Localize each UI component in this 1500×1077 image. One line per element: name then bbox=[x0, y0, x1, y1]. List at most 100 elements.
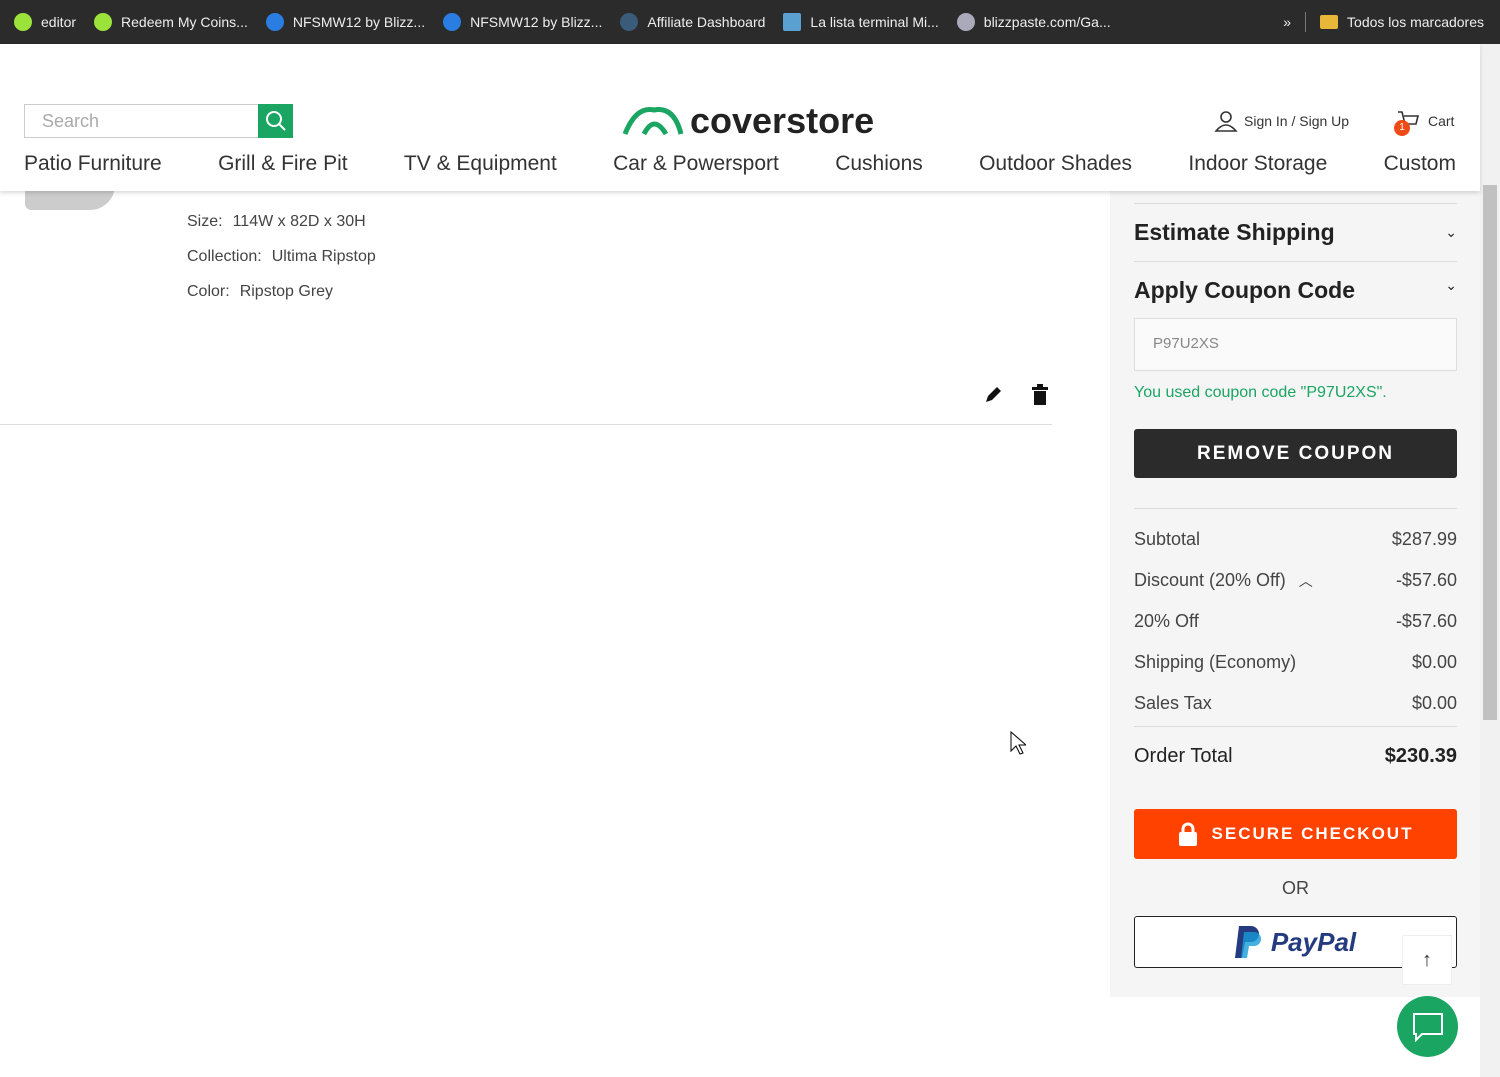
bookmark-icon bbox=[956, 13, 975, 31]
detail-label: Color: bbox=[187, 283, 230, 300]
secure-checkout-button[interactable]: SECURE CHECKOUT bbox=[1134, 809, 1457, 859]
sign-in-link[interactable]: Sign In / Sign Up bbox=[1214, 110, 1349, 132]
detail-value: Ultima Ripstop bbox=[271, 248, 376, 265]
bookmark-label: NFSMW12 by Blizz... bbox=[470, 14, 603, 30]
bookmark[interactable]: NFSMW12 by Blizz... bbox=[265, 13, 426, 31]
bookmark-label: Redeem My Coins... bbox=[121, 14, 248, 30]
arrow-up-icon: ↑ bbox=[1422, 948, 1432, 971]
summary-row: Subtotal $287.99 bbox=[1134, 529, 1457, 550]
section-title: Apply Coupon Code bbox=[1134, 277, 1356, 303]
detail-label: Size: bbox=[187, 213, 223, 230]
row-value: -$57.60 bbox=[1395, 570, 1457, 590]
site-header: Search coverstore Sign In / Sign Up 1 Car… bbox=[0, 44, 1480, 191]
paypal-logo-icon bbox=[1234, 926, 1261, 958]
summary-row: Discount (20% Off) ︿ -$57.60 bbox=[1134, 570, 1457, 591]
nav-item[interactable]: Patio Furniture bbox=[24, 152, 162, 176]
search-input[interactable]: Search bbox=[24, 104, 259, 138]
item-detail: Color: Ripstop Grey bbox=[187, 283, 333, 301]
summary-row: Sales Tax $0.00 bbox=[1134, 693, 1457, 714]
item-detail: Collection: Ultima Ripstop bbox=[187, 248, 376, 266]
coupon-input[interactable]: P97U2XS bbox=[1134, 318, 1457, 371]
overflow-chevron-icon[interactable]: » bbox=[1283, 14, 1291, 30]
bookmark-icon bbox=[443, 13, 462, 31]
apply-coupon-toggle[interactable]: Apply Coupon Code ⌄ bbox=[1134, 261, 1457, 319]
bookmark-label: NFSMW12 by Blizz... bbox=[292, 14, 426, 30]
divider bbox=[1134, 726, 1457, 727]
bookmark[interactable]: Affiliate Dashboard bbox=[620, 13, 765, 31]
chat-button[interactable] bbox=[1397, 996, 1458, 1057]
detail-value: Ripstop Grey bbox=[239, 283, 334, 300]
row-value: $0.00 bbox=[1411, 652, 1457, 672]
row-label: Discount (20% Off) bbox=[1134, 570, 1286, 590]
search-button[interactable] bbox=[258, 104, 293, 138]
detail-label: Collection: bbox=[187, 248, 262, 265]
folder-icon bbox=[1320, 15, 1339, 29]
scrollbar-thumb[interactable] bbox=[1483, 185, 1497, 720]
nav-item[interactable]: TV & Equipment bbox=[404, 152, 557, 176]
edit-pencil-icon[interactable] bbox=[983, 385, 1003, 405]
cart-link[interactable]: 1 Cart bbox=[1394, 110, 1454, 136]
nav-item[interactable]: Outdoor Shades bbox=[979, 152, 1132, 176]
bookmark-label: editor bbox=[41, 14, 77, 30]
bookmark-icon bbox=[94, 13, 113, 31]
summary-row: 20% Off -$57.60 bbox=[1134, 611, 1457, 632]
row-value: $0.00 bbox=[1411, 693, 1457, 713]
row-label: Sales Tax bbox=[1134, 693, 1212, 713]
react-icon bbox=[620, 13, 639, 31]
row-value: -$57.60 bbox=[1395, 611, 1457, 631]
logo-text: coverstore bbox=[690, 100, 875, 141]
all-bookmarks-label: Todos los marcadores bbox=[1347, 14, 1484, 30]
bookmark-icon bbox=[783, 13, 802, 31]
bookmark-label: La lista terminal Mi... bbox=[810, 14, 939, 30]
nav-item[interactable]: Grill & Fire Pit bbox=[218, 152, 348, 176]
paypal-label: PayPal bbox=[1270, 926, 1357, 957]
or-label: OR bbox=[1282, 878, 1309, 898]
user-icon bbox=[1214, 111, 1238, 132]
logo-icon bbox=[622, 107, 684, 136]
back-to-top-button[interactable]: ↑ bbox=[1402, 935, 1452, 985]
nav-item[interactable]: Indoor Storage bbox=[1188, 152, 1327, 176]
sign-in-label: Sign In / Sign Up bbox=[1244, 113, 1350, 129]
nav-item[interactable]: Car & Powersport bbox=[613, 152, 779, 176]
bookmark-label: Affiliate Dashboard bbox=[647, 14, 766, 30]
chat-bubble-icon bbox=[1412, 1012, 1443, 1042]
bookmark-icon bbox=[265, 13, 284, 31]
order-total-row: Order Total $230.39 bbox=[1134, 745, 1457, 768]
section-title: Estimate Shipping bbox=[1134, 219, 1335, 245]
lock-icon bbox=[1178, 822, 1197, 846]
bookmark-icon bbox=[14, 13, 32, 31]
estimate-shipping-toggle[interactable]: Estimate Shipping ⌄ bbox=[1134, 203, 1457, 261]
order-total-label: Order Total bbox=[1134, 745, 1233, 767]
bookmark[interactable]: NFSMW12 by Blizz... bbox=[443, 13, 602, 31]
nav-item[interactable]: Cushions bbox=[835, 152, 923, 176]
chevron-down-icon: ⌄ bbox=[1445, 277, 1457, 293]
bookmark[interactable]: blizzpaste.com/Ga... bbox=[956, 13, 1111, 31]
checkout-label: SECURE CHECKOUT bbox=[1211, 824, 1414, 843]
bookmarks-bar: editor Redeem My Coins... NFSMW12 by Bli… bbox=[0, 0, 1500, 44]
cart-count-badge: 1 bbox=[1394, 120, 1410, 136]
bookmark[interactable]: La lista terminal Mi... bbox=[783, 13, 939, 31]
row-label: 20% Off bbox=[1134, 611, 1199, 631]
main-nav: Patio Furniture Grill & Fire Pit TV & Eq… bbox=[24, 152, 1456, 176]
search-icon bbox=[265, 111, 286, 131]
summary-row: Shipping (Economy) $0.00 bbox=[1134, 652, 1457, 673]
item-detail: Size: 114W x 82D x 30H bbox=[187, 213, 366, 231]
remove-coupon-button[interactable]: REMOVE COUPON bbox=[1134, 429, 1457, 478]
bookmark-label: blizzpaste.com/Ga... bbox=[983, 14, 1111, 30]
logo[interactable]: coverstore bbox=[622, 100, 874, 142]
mouse-cursor-icon bbox=[1010, 731, 1026, 755]
divider bbox=[1305, 12, 1307, 32]
trash-icon[interactable] bbox=[1031, 384, 1049, 406]
chevron-down-icon: ⌄ bbox=[1445, 224, 1457, 240]
nav-item[interactable]: Custom bbox=[1384, 152, 1456, 176]
chevron-up-icon[interactable]: ︿ bbox=[1299, 573, 1313, 589]
bookmark[interactable]: editor bbox=[14, 13, 76, 31]
row-value: $287.99 bbox=[1391, 529, 1457, 549]
row-label: Subtotal bbox=[1134, 529, 1201, 549]
bookmark[interactable]: Redeem My Coins... bbox=[94, 13, 248, 31]
coupon-message: You used coupon code "P97U2XS". bbox=[1134, 384, 1387, 401]
divider bbox=[0, 424, 1052, 425]
detail-value: 114W x 82D x 30H bbox=[232, 213, 366, 230]
divider bbox=[1134, 508, 1457, 509]
all-bookmarks[interactable]: Todos los marcadores bbox=[1320, 14, 1484, 30]
